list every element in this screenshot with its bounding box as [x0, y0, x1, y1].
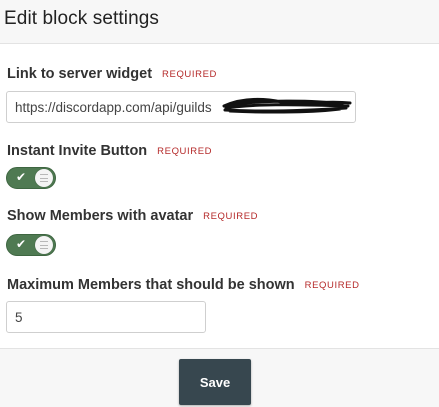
link-label-text: Link to server widget [7, 66, 153, 82]
max-members-field-label: Maximum Members that should be shown REQU… [7, 277, 360, 293]
invite-label-text: Instant Invite Button [7, 143, 148, 159]
max-members-label-text: Maximum Members that should be shown [7, 277, 295, 293]
avatar-label-text: Show Members with avatar [7, 208, 194, 224]
check-icon: ✔ [16, 170, 27, 184]
required-badge: REQUIRED [162, 69, 217, 80]
link-field-label: Link to server widget REQUIRED [7, 66, 217, 82]
required-badge: REQUIRED [203, 211, 259, 222]
instant-invite-toggle[interactable]: ✔ [6, 167, 56, 189]
server-widget-link-input[interactable] [6, 91, 356, 123]
invite-field-label: Instant Invite Button REQUIRED [7, 143, 212, 159]
show-avatars-toggle[interactable]: ✔ [6, 234, 56, 256]
dialog-title: Edit block settings [4, 8, 160, 29]
required-badge: REQUIRED [304, 280, 360, 291]
avatar-field-label: Show Members with avatar REQUIRED [7, 208, 258, 224]
required-badge: REQUIRED [157, 146, 213, 157]
save-button[interactable]: Save [179, 359, 251, 405]
toggle-knob [35, 236, 53, 254]
dialog-header: Edit block settings [0, 0, 439, 44]
check-icon: ✔ [16, 237, 27, 251]
toggle-knob [35, 169, 53, 187]
max-members-input[interactable] [6, 301, 206, 333]
